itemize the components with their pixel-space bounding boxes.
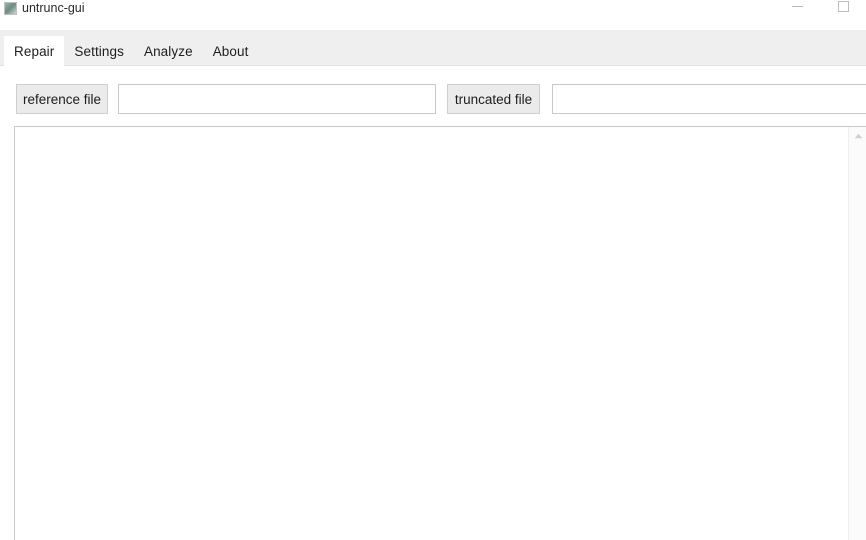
app-window: untrunc-gui Repair Settings Analyze Abou… xyxy=(0,0,866,540)
tab-analyze-label: Analyze xyxy=(143,43,193,59)
maximize-icon xyxy=(837,0,849,12)
reference-file-button[interactable]: reference file xyxy=(16,84,108,114)
tab-settings[interactable]: Settings xyxy=(64,36,134,66)
truncated-file-input[interactable] xyxy=(552,84,866,114)
reference-file-input[interactable] xyxy=(118,84,436,114)
file-selection-row: reference file truncated file xyxy=(0,66,866,122)
title-bar: untrunc-gui xyxy=(0,0,866,16)
minimize-icon xyxy=(791,5,803,7)
tab-list: Repair Settings Analyze About xyxy=(4,36,258,66)
tab-repair[interactable]: Repair xyxy=(4,36,65,66)
tab-strip: Repair Settings Analyze About xyxy=(0,30,866,66)
minimize-button[interactable] xyxy=(774,0,820,21)
window-title: untrunc-gui xyxy=(22,0,85,15)
truncated-file-button[interactable]: truncated file xyxy=(447,84,540,114)
window-controls xyxy=(774,0,866,16)
maximize-button[interactable] xyxy=(820,0,866,21)
output-text-area[interactable] xyxy=(14,126,866,540)
tab-analyze[interactable]: Analyze xyxy=(134,36,203,66)
scroll-up-arrow-icon[interactable] xyxy=(849,127,866,145)
output-scrollbar[interactable] xyxy=(848,127,866,540)
tab-settings-label: Settings xyxy=(74,43,124,59)
tab-about[interactable]: About xyxy=(203,36,259,66)
tab-repair-label: Repair xyxy=(14,43,55,59)
app-icon xyxy=(4,1,17,15)
tab-about-label: About xyxy=(212,43,249,59)
